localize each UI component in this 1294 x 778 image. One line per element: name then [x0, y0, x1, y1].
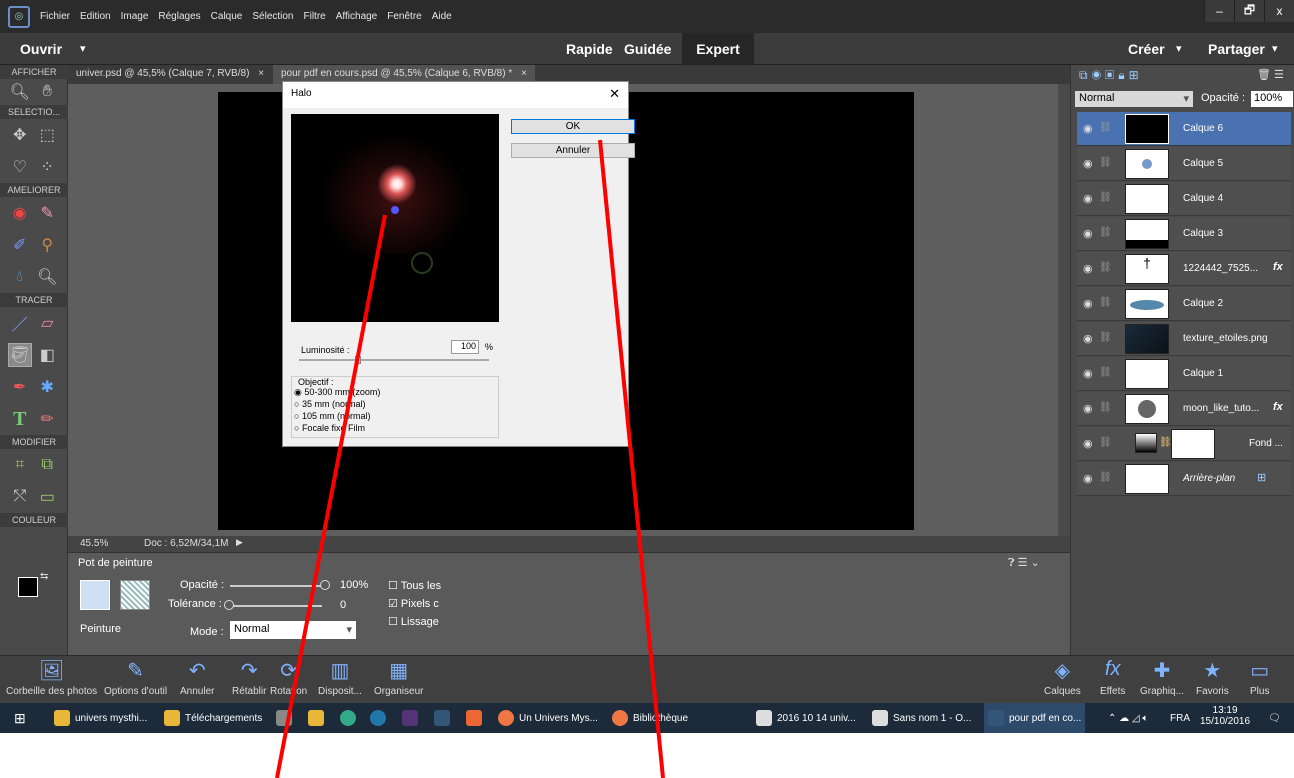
annotation-arrow-preview — [275, 214, 387, 778]
annotation-overlay — [275, 139, 665, 778]
annotation-arrow-ok — [598, 139, 665, 778]
